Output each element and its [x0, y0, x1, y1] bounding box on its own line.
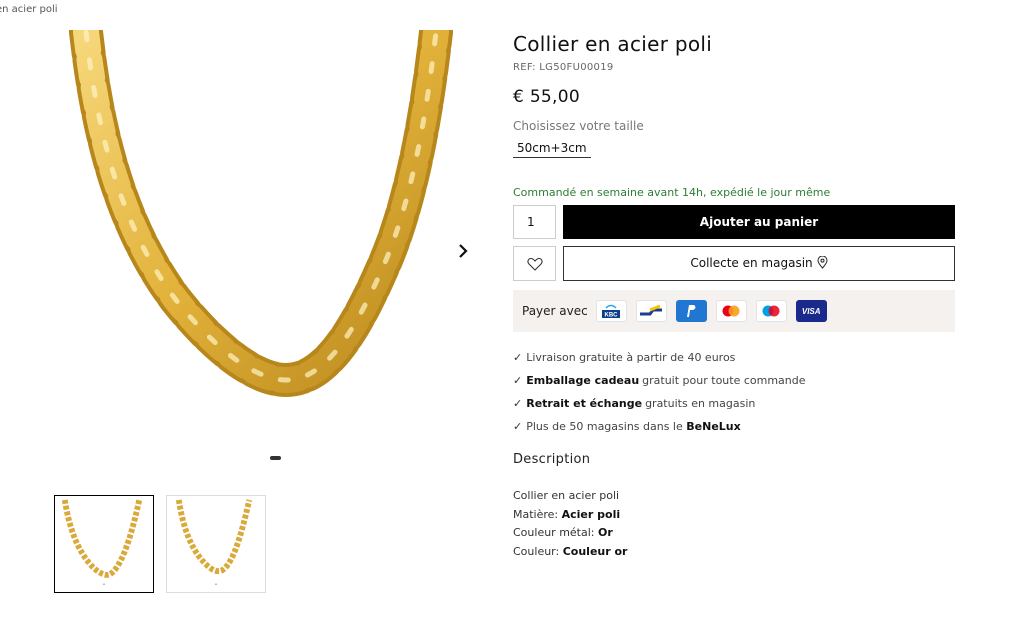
paypal-icon [675, 300, 707, 322]
bancontact-icon [635, 300, 667, 322]
benefits-list: ✓ Livraison gratuite à partir de 40 euros… [513, 346, 955, 438]
store-row: Collecte en magasin [513, 246, 955, 281]
store-pickup-button[interactable]: Collecte en magasin [563, 246, 955, 281]
payment-methods: Payer avec KBC VISA [513, 290, 955, 332]
description-body: Collier en acier poli Matière: Acier pol… [513, 487, 955, 561]
kbc-text: KBC [605, 313, 619, 319]
product-title: Collier en acier poli [513, 32, 713, 56]
size-label: Choisissez votre taille [513, 119, 644, 133]
description-line: Couleur: Couleur or [513, 544, 628, 558]
add-to-cart-button[interactable]: Ajouter au panier [563, 205, 955, 239]
check-icon: ✓ [513, 374, 523, 387]
heart-icon [526, 257, 543, 271]
benefit-item: ✓ Emballage cadeau gratuit pour toute comm… [513, 374, 806, 387]
thumbnail-2[interactable] [166, 495, 266, 593]
product-info: Collier en acier poli REF: LG50FU00019 €… [513, 32, 955, 561]
check-icon: ✓ [513, 351, 523, 364]
breadcrumb[interactable]: en acier poli [0, 4, 58, 15]
cart-row: 1 Ajouter au panier [513, 205, 955, 239]
store-pickup-label: Collecte en magasin [690, 256, 813, 270]
payment-label: Payer avec [522, 304, 588, 318]
description-line: Matière: Acier poli [513, 507, 621, 521]
product-ref: REF: LG50FU00019 [513, 62, 614, 73]
next-image-arrow-icon[interactable] [452, 240, 474, 262]
location-pin-icon [817, 255, 828, 269]
shipping-notice: Commandé en semaine avant 14h, expédié l… [513, 186, 831, 199]
product-price: € 55,00 [513, 87, 580, 107]
benefit-item: ✓ Livraison gratuite à partir de 40 euros [513, 351, 736, 364]
description-heading[interactable]: Description [513, 452, 955, 467]
wishlist-button[interactable] [513, 246, 556, 281]
benefit-item: ✓ Plus de 50 magasins dans le BeNeLux [513, 420, 741, 433]
description-line: Collier en acier poli [513, 489, 620, 502]
description-line: Couleur métal: Or [513, 526, 613, 539]
check-icon: ✓ [513, 397, 523, 410]
thumbnail-1[interactable] [54, 495, 154, 593]
kbc-icon: KBC [595, 300, 627, 322]
maestro-icon [755, 300, 787, 322]
size-option-selected[interactable]: 50cm+3cm [513, 141, 591, 158]
benefit-item: ✓ Retrait et échange gratuits en magasin [513, 397, 756, 410]
mastercard-icon [715, 300, 747, 322]
product-main-image[interactable] [56, 30, 476, 450]
quantity-input[interactable]: 1 [513, 205, 556, 239]
carousel-indicator[interactable] [270, 456, 281, 460]
visa-icon: VISA [795, 300, 827, 322]
check-icon: ✓ [513, 420, 523, 433]
